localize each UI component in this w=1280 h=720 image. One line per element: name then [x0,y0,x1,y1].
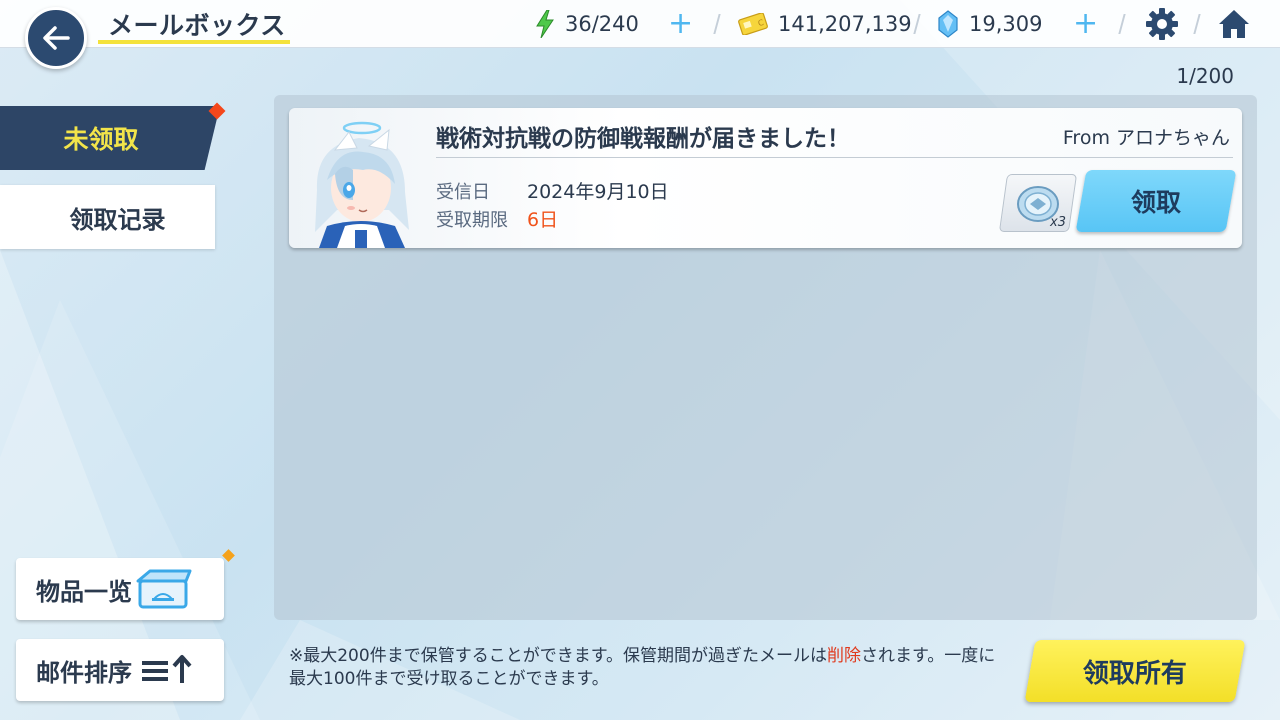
claim-all-button[interactable]: 领取所有 [1024,640,1246,702]
crystal-icon [937,10,959,38]
settings-button[interactable] [1145,7,1179,41]
notice-text: ※最大200件まで保管することができます。保管期間が過ぎたメールは [289,646,827,666]
divider [1118,14,1126,34]
sender-avatar [315,121,409,248]
home-icon [1219,10,1249,38]
divider [713,14,721,34]
sort-mail-label: 邮件排序 [36,658,132,687]
tab-unclaimed-label: 未领取 [63,125,139,154]
title-underline [98,40,290,44]
mail-counter: 1/200 [1176,64,1234,88]
pyroxene-display: 19,309 [937,10,1042,38]
claim-button-label: 领取 [1130,188,1181,217]
divider [913,14,921,34]
items-list-button[interactable]: 物品一览 [16,558,224,620]
add-ap-button[interactable]: + [668,9,693,39]
expiry-label: 受取期限 [436,210,508,231]
top-bar: メールボックス 36/240 + C 141,207,139 19,309 + [0,0,1280,48]
gear-icon [1146,8,1178,40]
mail-item[interactable]: 戦術対抗戦の防御戦報酬が届きました！ From アロナちゃん 受信日 2024年… [289,108,1242,248]
ap-display: 36/240 [535,10,639,38]
claim-all-label: 领取所有 [1082,658,1187,689]
credit-card-icon: C [738,13,768,35]
sort-icon [142,655,192,683]
divider [1193,14,1201,34]
claim-button[interactable]: 领取 [1075,170,1237,232]
tab-claim-history-label: 领取记录 [69,205,166,234]
box-icon [136,569,192,609]
tab-unclaimed[interactable]: 未领取 [0,106,220,170]
back-button[interactable] [25,7,87,69]
items-list-label: 物品一览 [36,577,132,606]
tab-claim-history[interactable]: 领取记录 [0,185,215,249]
notice-highlight: 削除 [827,646,861,666]
reward-quantity: x3 [1050,215,1066,230]
home-button[interactable] [1217,7,1251,41]
credits-value: 141,207,139 [778,12,912,36]
expiry-value: 6日 [527,209,559,231]
reward-item[interactable]: x3 [998,174,1078,232]
credits-display: C 141,207,139 [738,10,912,38]
ap-value: 36/240 [565,12,639,36]
storage-notice: ※最大200件まで保管することができます。保管期間が過ぎたメールは削除されます。… [289,645,999,691]
divider [436,157,1233,158]
add-pyroxene-button[interactable]: + [1073,9,1098,39]
pyroxene-value: 19,309 [969,12,1043,36]
mail-title: 戦術対抗戦の防御戦報酬が届きました！ [436,126,850,152]
notification-dot [222,549,235,562]
arrow-left-icon [43,26,70,50]
received-date-label: 受信日 [436,182,490,203]
lightning-icon [535,10,555,38]
received-date-value: 2024年9月10日 [527,181,669,203]
mail-sender: From アロナちゃん [1062,127,1230,149]
sort-mail-button[interactable]: 邮件排序 [16,639,224,701]
page-title: メールボックス [108,11,286,40]
